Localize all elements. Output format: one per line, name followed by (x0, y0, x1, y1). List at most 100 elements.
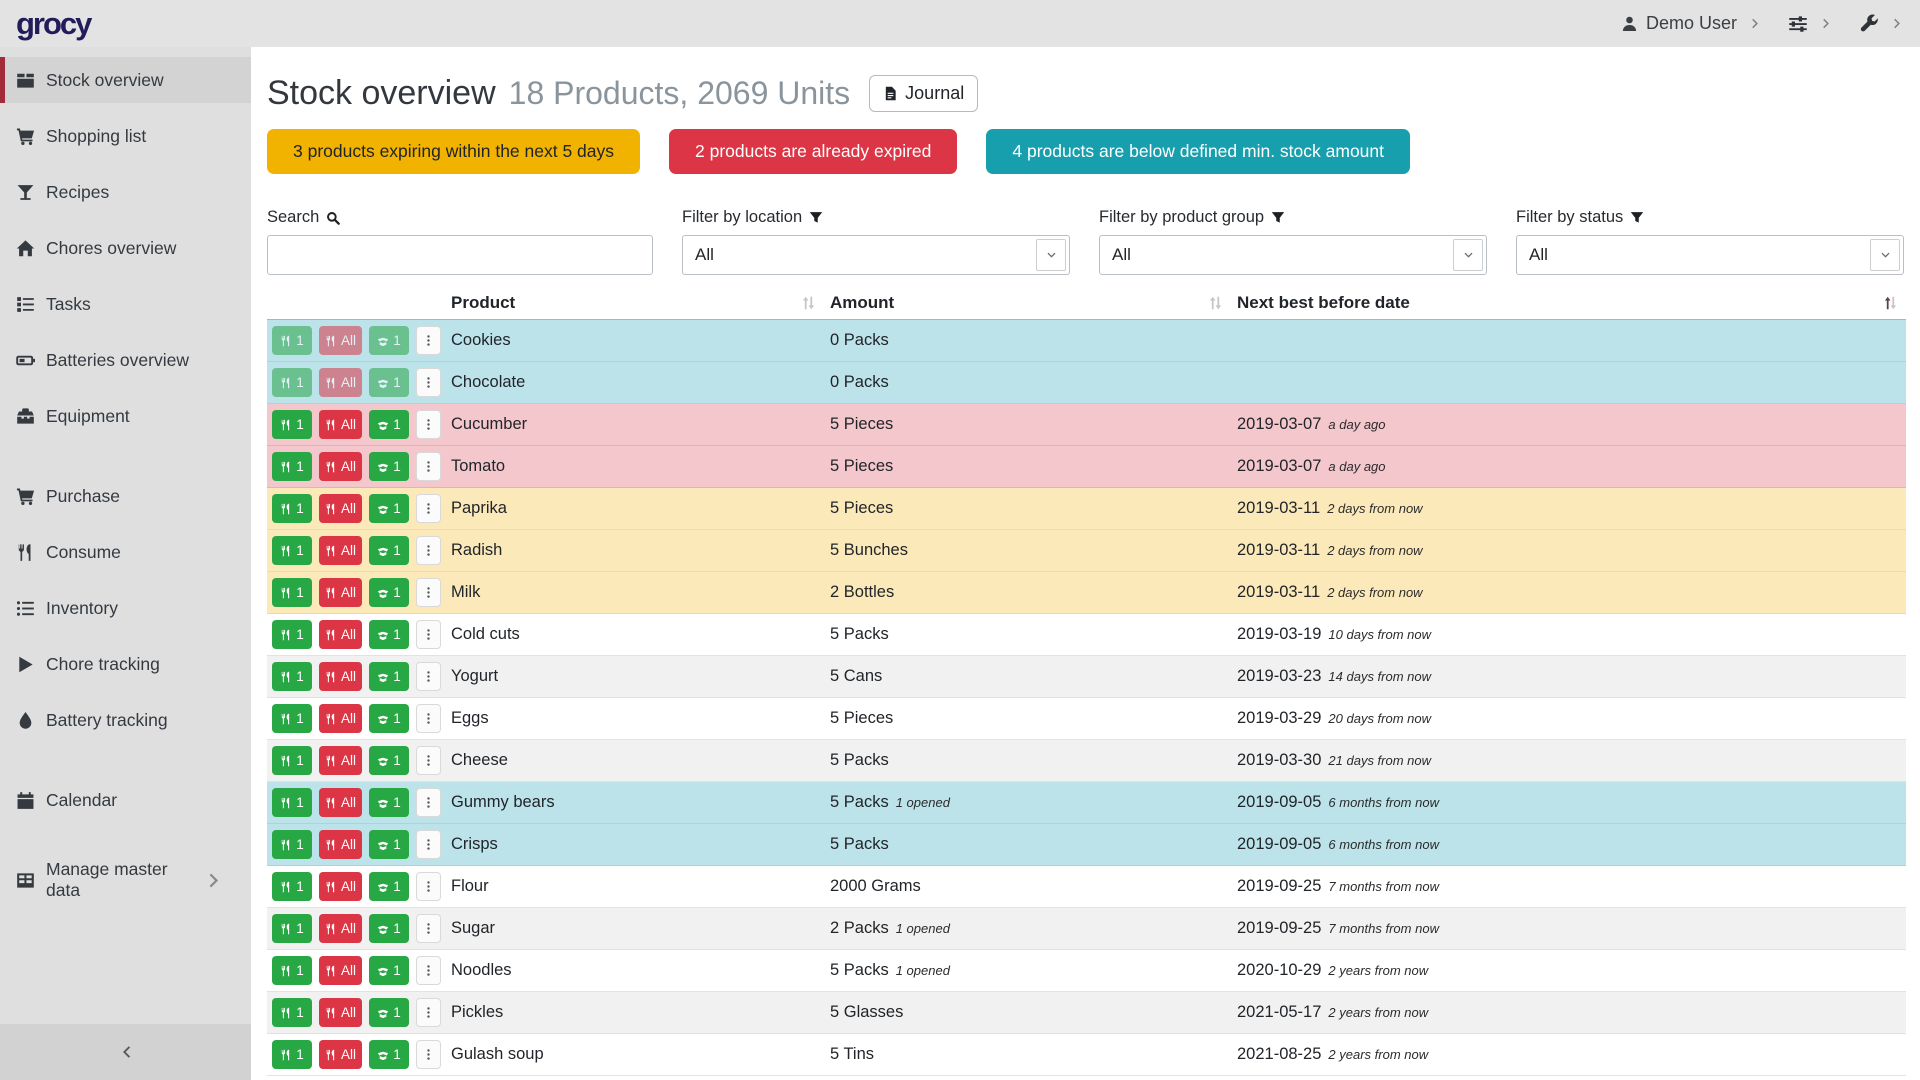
row-menu-button[interactable] (416, 1040, 441, 1069)
consume-all-button[interactable]: All (319, 452, 362, 481)
sidebar-collapse-button[interactable] (118, 1044, 134, 1060)
consume-one-button[interactable]: 1 (272, 704, 312, 733)
consume-one-button[interactable]: 1 (272, 326, 312, 355)
sidebar-item-consume[interactable]: Consume (0, 529, 251, 575)
search-input[interactable] (267, 235, 653, 275)
row-menu-button[interactable] (416, 914, 441, 943)
location-select[interactable]: All (682, 235, 1070, 275)
consume-all-button[interactable]: All (319, 998, 362, 1027)
consume-one-button[interactable]: 1 (272, 368, 312, 397)
open-one-button[interactable]: 1 (369, 326, 409, 355)
consume-one-button[interactable]: 1 (272, 494, 312, 523)
consume-all-button[interactable]: All (319, 872, 362, 901)
consume-all-button[interactable]: All (319, 956, 362, 985)
row-menu-button[interactable] (416, 452, 441, 481)
status-select[interactable]: All (1516, 235, 1904, 275)
consume-one-button[interactable]: 1 (272, 788, 312, 817)
row-menu-button[interactable] (416, 410, 441, 439)
sidebar-item-equipment[interactable]: Equipment (0, 393, 251, 439)
open-one-button[interactable]: 1 (369, 662, 409, 691)
chevron-right-icon[interactable] (1749, 17, 1762, 30)
consume-all-button[interactable]: All (319, 620, 362, 649)
sidebar-item-shopping-list[interactable]: Shopping list (0, 113, 251, 159)
consume-one-button[interactable]: 1 (272, 914, 312, 943)
sidebar-item-inventory[interactable]: Inventory (0, 585, 251, 631)
consume-all-button[interactable]: All (319, 494, 362, 523)
sidebar-item-batteries-overview[interactable]: Batteries overview (0, 337, 251, 383)
open-one-button[interactable]: 1 (369, 830, 409, 859)
open-one-button[interactable]: 1 (369, 872, 409, 901)
stock-alert-button-1[interactable]: 3 products expiring within the next 5 da… (267, 129, 640, 174)
consume-all-button[interactable]: All (319, 326, 362, 355)
journal-button[interactable]: Journal (869, 75, 978, 112)
product-group-select[interactable]: All (1099, 235, 1487, 275)
open-one-button[interactable]: 1 (369, 410, 409, 439)
consume-one-button[interactable]: 1 (272, 1040, 312, 1069)
stock-alert-button-2[interactable]: 2 products are already expired (669, 129, 957, 174)
open-one-button[interactable]: 1 (369, 1040, 409, 1069)
consume-all-button[interactable]: All (319, 830, 362, 859)
consume-one-button[interactable]: 1 (272, 620, 312, 649)
consume-all-button[interactable]: All (319, 704, 362, 733)
sidebar-item-stock-overview[interactable]: Stock overview (0, 57, 251, 103)
sidebar-item-purchase[interactable]: Purchase (0, 473, 251, 519)
open-one-button[interactable]: 1 (369, 704, 409, 733)
open-one-button[interactable]: 1 (369, 368, 409, 397)
consume-one-button[interactable]: 1 (272, 746, 312, 775)
open-one-button[interactable]: 1 (369, 578, 409, 607)
sliders-icon[interactable] (1788, 14, 1808, 34)
open-one-button[interactable]: 1 (369, 452, 409, 481)
open-one-button[interactable]: 1 (369, 914, 409, 943)
open-one-button[interactable]: 1 (369, 746, 409, 775)
consume-all-button[interactable]: All (319, 788, 362, 817)
consume-one-button[interactable]: 1 (272, 662, 312, 691)
consume-one-button[interactable]: 1 (272, 830, 312, 859)
consume-one-button[interactable]: 1 (272, 452, 312, 481)
row-menu-button[interactable] (416, 788, 441, 817)
sidebar-item-battery-tracking[interactable]: Battery tracking (0, 697, 251, 743)
sidebar-item-chore-tracking[interactable]: Chore tracking (0, 641, 251, 687)
user-menu[interactable]: Demo User (1621, 13, 1737, 34)
consume-all-button[interactable]: All (319, 662, 362, 691)
consume-all-button[interactable]: All (319, 368, 362, 397)
sidebar-item-tasks[interactable]: Tasks (0, 281, 251, 327)
row-menu-button[interactable] (416, 830, 441, 859)
row-menu-button[interactable] (416, 998, 441, 1027)
chevron-right-icon[interactable] (1891, 17, 1904, 30)
open-one-button[interactable]: 1 (369, 494, 409, 523)
row-menu-button[interactable] (416, 956, 441, 985)
row-menu-button[interactable] (416, 620, 441, 649)
row-menu-button[interactable] (416, 536, 441, 565)
open-one-button[interactable]: 1 (369, 998, 409, 1027)
consume-one-button[interactable]: 1 (272, 536, 312, 565)
wrench-icon[interactable] (1859, 14, 1879, 34)
row-menu-button[interactable] (416, 494, 441, 523)
stock-alert-button-3[interactable]: 4 products are below defined min. stock … (986, 129, 1410, 174)
row-menu-button[interactable] (416, 704, 441, 733)
sort-icon[interactable] (1208, 295, 1223, 311)
row-menu-button[interactable] (416, 662, 441, 691)
sidebar-item-recipes[interactable]: Recipes (0, 169, 251, 215)
consume-one-button[interactable]: 1 (272, 578, 312, 607)
row-menu-button[interactable] (416, 368, 441, 397)
sort-icon-active[interactable] (1883, 295, 1898, 311)
row-menu-button[interactable] (416, 872, 441, 901)
open-one-button[interactable]: 1 (369, 788, 409, 817)
consume-one-button[interactable]: 1 (272, 956, 312, 985)
consume-one-button[interactable]: 1 (272, 410, 312, 439)
consume-one-button[interactable]: 1 (272, 998, 312, 1027)
open-one-button[interactable]: 1 (369, 536, 409, 565)
sidebar-item-manage-master-data[interactable]: Manage master data (0, 857, 251, 903)
consume-all-button[interactable]: All (319, 746, 362, 775)
open-one-button[interactable]: 1 (369, 620, 409, 649)
row-menu-button[interactable] (416, 578, 441, 607)
consume-one-button[interactable]: 1 (272, 872, 312, 901)
sidebar-item-calendar[interactable]: Calendar (0, 777, 251, 823)
sort-icon[interactable] (801, 295, 816, 311)
consume-all-button[interactable]: All (319, 578, 362, 607)
consume-all-button[interactable]: All (319, 410, 362, 439)
chevron-right-icon[interactable] (1820, 17, 1833, 30)
open-one-button[interactable]: 1 (369, 956, 409, 985)
consume-all-button[interactable]: All (319, 1040, 362, 1069)
app-logo[interactable]: grocy (16, 6, 90, 42)
